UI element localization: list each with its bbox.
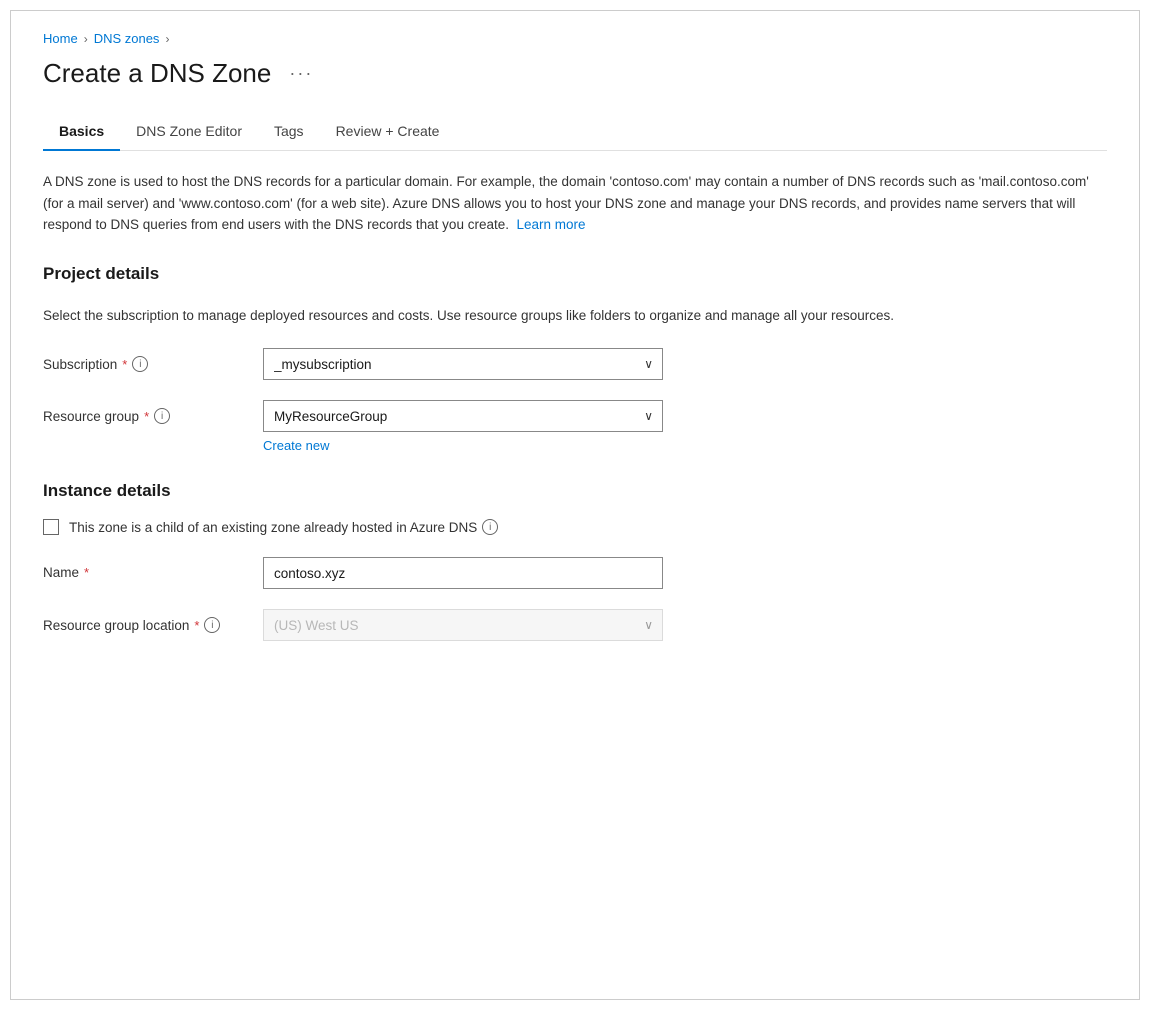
project-details-section: Project details	[43, 264, 1107, 284]
page-title: Create a DNS Zone	[43, 58, 271, 89]
create-new-link[interactable]: Create new	[263, 438, 329, 453]
breadcrumb-home[interactable]: Home	[43, 31, 78, 46]
breadcrumb-sep-2: ›	[165, 32, 169, 46]
resource-group-control-wrap: MyResourceGroup Create new	[263, 400, 663, 453]
tab-tags[interactable]: Tags	[258, 113, 320, 151]
subscription-label: Subscription * i	[43, 348, 263, 372]
subscription-select[interactable]: _mysubscription	[263, 348, 663, 380]
resource-group-location-label: Resource group location * i	[43, 609, 263, 633]
resource-group-label: Resource group * i	[43, 400, 263, 424]
resource-group-select[interactable]: MyResourceGroup	[263, 400, 663, 432]
name-control-wrap	[263, 557, 663, 589]
subscription-select-wrapper: _mysubscription	[263, 348, 663, 380]
name-form-group: Name *	[43, 557, 1107, 589]
child-zone-row: This zone is a child of an existing zone…	[43, 519, 1107, 535]
tab-basics[interactable]: Basics	[43, 113, 120, 151]
breadcrumb-sep-1: ›	[84, 32, 88, 46]
breadcrumb-dns-zones[interactable]: DNS zones	[94, 31, 160, 46]
tab-review-create[interactable]: Review + Create	[320, 113, 456, 151]
name-label: Name *	[43, 557, 263, 580]
name-required: *	[84, 565, 89, 580]
resource-group-select-wrapper: MyResourceGroup	[263, 400, 663, 432]
rgl-select-wrapper: (US) West US	[263, 609, 663, 641]
description-text: A DNS zone is used to host the DNS recor…	[43, 171, 1093, 236]
instance-details-section: Instance details	[43, 481, 1107, 501]
child-zone-label: This zone is a child of an existing zone…	[69, 519, 498, 535]
rgl-info-icon[interactable]: i	[204, 617, 220, 633]
resource-group-form-group: Resource group * i MyResourceGroup Creat…	[43, 400, 1107, 453]
breadcrumb: Home › DNS zones ›	[43, 31, 1107, 46]
name-input[interactable]	[263, 557, 663, 589]
subscription-required: *	[122, 357, 127, 372]
rgl-control-wrap: (US) West US	[263, 609, 663, 641]
subscription-info-icon[interactable]: i	[132, 356, 148, 372]
main-container: Home › DNS zones › Create a DNS Zone ···…	[10, 10, 1140, 1000]
instance-details-title: Instance details	[43, 481, 1107, 501]
subscription-group: Subscription * i _mysubscription	[43, 348, 1107, 380]
project-details-subtitle: Select the subscription to manage deploy…	[43, 306, 1093, 326]
ellipsis-button[interactable]: ···	[283, 61, 319, 86]
tabs-nav: Basics DNS Zone Editor Tags Review + Cre…	[43, 113, 1107, 151]
page-title-row: Create a DNS Zone ···	[43, 58, 1107, 89]
subscription-control-wrap: _mysubscription	[263, 348, 663, 380]
rgl-select[interactable]: (US) West US	[263, 609, 663, 641]
project-details-title: Project details	[43, 264, 1107, 284]
learn-more-link[interactable]: Learn more	[516, 217, 585, 232]
child-zone-checkbox[interactable]	[43, 519, 59, 535]
child-zone-info-icon[interactable]: i	[482, 519, 498, 535]
resource-group-info-icon[interactable]: i	[154, 408, 170, 424]
rgl-required: *	[194, 618, 199, 633]
resource-group-required: *	[144, 409, 149, 424]
resource-group-location-group: Resource group location * i (US) West US	[43, 609, 1107, 641]
tab-dns-zone-editor[interactable]: DNS Zone Editor	[120, 113, 258, 151]
